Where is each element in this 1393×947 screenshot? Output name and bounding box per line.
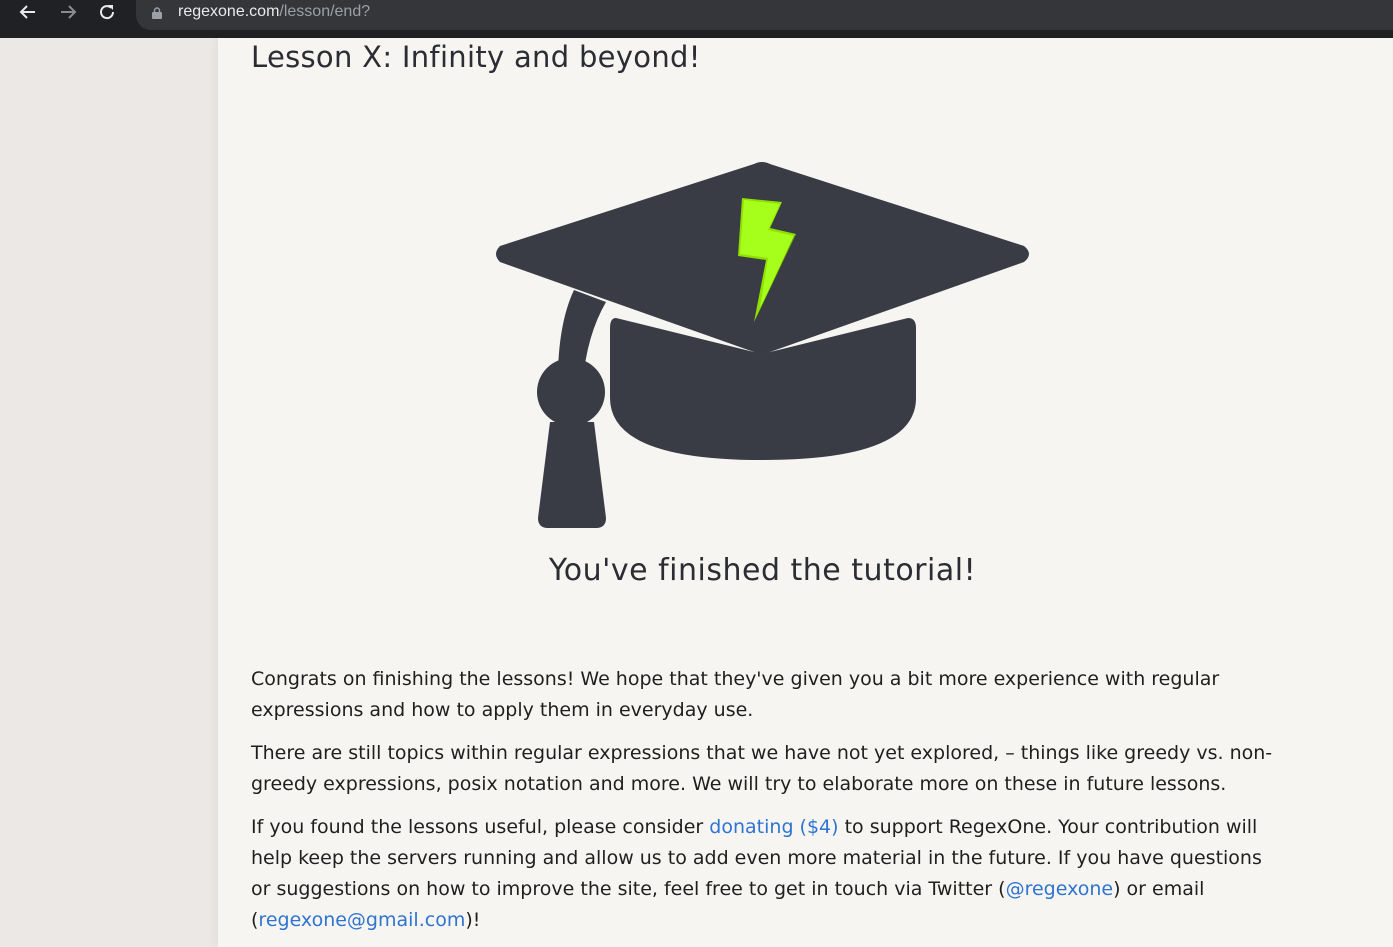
arrow-right-icon [61, 5, 77, 19]
url-host: regexone.com [178, 3, 280, 20]
address-bar[interactable]: regexone.com/lesson/end? [136, 0, 1393, 30]
url-text: regexone.com/lesson/end? [178, 3, 370, 21]
email-link[interactable]: regexone@gmail.com [258, 909, 465, 931]
forward-button[interactable] [52, 0, 84, 26]
browser-toolbar: regexone.com/lesson/end? [0, 0, 1393, 38]
support-text-4: )! [465, 909, 481, 931]
support-paragraph: If you found the lessons useful, please … [251, 812, 1281, 936]
finished-heading: You've finished the tutorial! [548, 553, 977, 588]
reload-button[interactable] [91, 0, 123, 26]
lesson-title: Lesson X: Infinity and beyond! [251, 40, 701, 74]
topics-paragraph: There are still topics within regular ex… [251, 742, 1273, 795]
graduation-cap-icon [496, 162, 1029, 528]
reload-icon [100, 5, 115, 20]
lesson-content: Lesson X: Infinity and beyond! You've fi… [218, 38, 1393, 947]
twitter-link[interactable]: @regexone [1006, 878, 1114, 900]
back-button[interactable] [12, 0, 44, 26]
lock-icon [152, 7, 162, 19]
congrats-paragraph: Congrats on finishing the lessons! We ho… [251, 668, 1220, 721]
arrow-left-icon [19, 5, 35, 19]
support-text-1: If you found the lessons useful, please … [251, 816, 710, 838]
url-path: /lesson/end? [279, 3, 371, 20]
sidebar [0, 38, 218, 947]
donate-link[interactable]: donating ($4) [709, 816, 838, 838]
